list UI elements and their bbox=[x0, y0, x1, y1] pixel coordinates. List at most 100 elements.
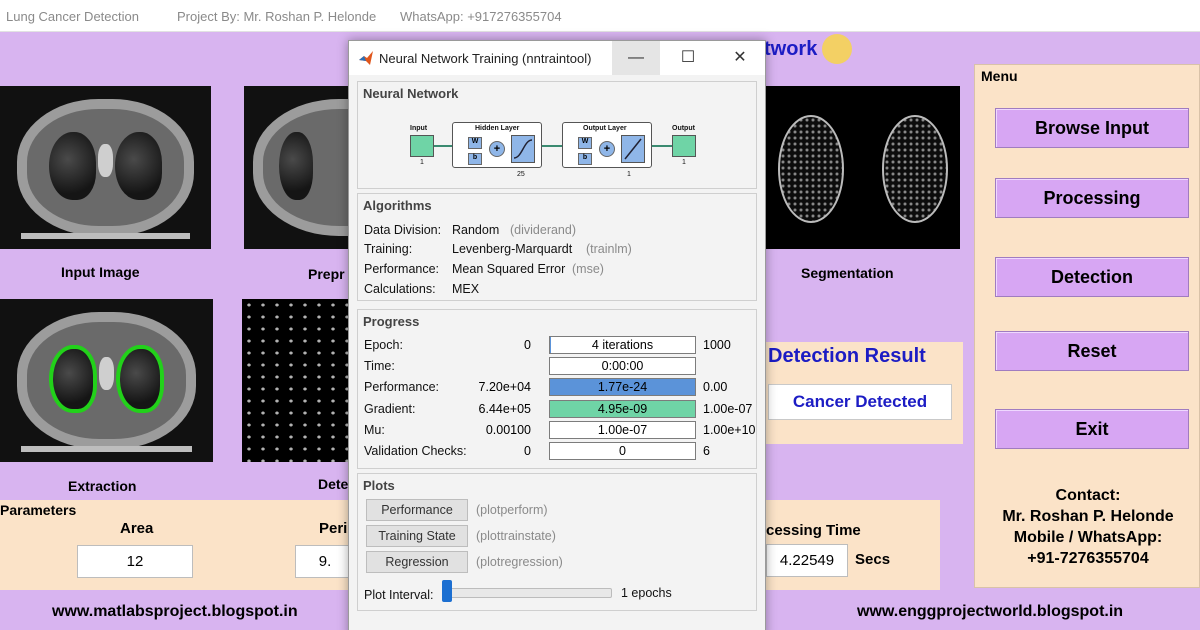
detection-image-panel bbox=[242, 299, 354, 462]
cursor-highlight bbox=[822, 34, 852, 64]
progress-end-value: 0.00 bbox=[703, 380, 728, 394]
browse-input-button[interactable]: Browse Input bbox=[995, 108, 1189, 148]
app-title: Lung Cancer Detection bbox=[6, 9, 139, 24]
progress-start-value: 7.20e+04 bbox=[478, 380, 531, 394]
progress-start-value: 0 bbox=[524, 444, 531, 458]
progress-current-value: 0 bbox=[619, 444, 626, 458]
progress-bar: 1.77e-24 bbox=[549, 378, 696, 396]
plots-section: Plots Performance (plotperform) Training… bbox=[357, 473, 757, 611]
output-node bbox=[672, 135, 696, 157]
progress-label: Epoch: bbox=[364, 338, 403, 352]
nntraintool-title: Neural Network Training (nntraintool) bbox=[379, 51, 592, 66]
reset-button[interactable]: Reset bbox=[995, 331, 1189, 371]
plot-interval-label: Plot Interval: bbox=[364, 588, 434, 602]
project-author: Project By: Mr. Roshan P. Helonde bbox=[177, 9, 377, 24]
progress-end-value: 6 bbox=[703, 444, 710, 458]
processing-time-value: 4.22549 bbox=[766, 544, 848, 577]
whatsapp-number: WhatsApp: +917276355704 bbox=[400, 9, 562, 24]
input-image-label: Input Image bbox=[61, 264, 140, 280]
input-node bbox=[410, 135, 434, 157]
output-layer-size: 1 bbox=[627, 171, 631, 178]
progress-bar: 4 iterations bbox=[549, 336, 696, 354]
output-layer-label: Output Layer bbox=[583, 125, 627, 132]
progress-current-value: 1.77e-24 bbox=[597, 380, 648, 394]
linear-curve bbox=[624, 138, 642, 160]
neural-network-section: Neural Network Input 1 Hidden Layer W b … bbox=[357, 81, 757, 189]
background-title-fragment: twork bbox=[764, 38, 818, 60]
algo-value: Mean Squared Error bbox=[452, 262, 566, 276]
menu-panel: Menu Browse Input Processing Detection R… bbox=[974, 64, 1200, 588]
detection-button[interactable]: Detection bbox=[995, 257, 1189, 297]
output-size: 1 bbox=[682, 159, 686, 166]
output-layer-box: Output Layer W b + bbox=[562, 122, 652, 168]
output-weight: W bbox=[578, 137, 592, 149]
progress-end-value: 1.00e-07 bbox=[703, 402, 753, 416]
algo-label: Performance: bbox=[364, 262, 440, 276]
processing-button[interactable]: Processing bbox=[995, 178, 1189, 218]
progress-label: Gradient: bbox=[364, 402, 416, 416]
detection-result-value: Cancer Detected bbox=[768, 384, 952, 420]
connector-1 bbox=[434, 145, 452, 147]
algo-fn: (mse) bbox=[572, 262, 604, 276]
output-label: Output bbox=[672, 125, 695, 132]
plot-interval-value: 1 epochs bbox=[621, 586, 672, 600]
preprocess-image-panel bbox=[244, 86, 354, 249]
plot-regression-button[interactable]: Regression bbox=[366, 551, 468, 573]
plot-regression-fn: (plotregression) bbox=[476, 555, 563, 569]
perimeter-label: Peri bbox=[319, 520, 348, 537]
matlab-logo-icon bbox=[359, 51, 373, 65]
area-value: 12 bbox=[77, 545, 193, 578]
progress-current-value: 1.00e-07 bbox=[597, 423, 648, 437]
sigmoid-curve bbox=[513, 139, 533, 159]
extraction-image-panel bbox=[0, 299, 213, 462]
exit-button[interactable]: Exit bbox=[995, 409, 1189, 449]
perimeter-value: 9. bbox=[295, 545, 355, 578]
plot-performance-button[interactable]: Performance bbox=[366, 499, 468, 521]
algo-label: Data Division: bbox=[364, 223, 442, 237]
parameters-title: Parameters bbox=[0, 502, 77, 518]
algorithms-title: Algorithms bbox=[363, 198, 432, 213]
algo-label: Training: bbox=[364, 242, 413, 256]
input-image-panel bbox=[0, 86, 211, 249]
progress-end-value: 1000 bbox=[703, 338, 731, 352]
connector-2 bbox=[542, 145, 562, 147]
progress-label: Validation Checks: bbox=[364, 444, 467, 458]
segmentation-image-panel bbox=[766, 86, 960, 249]
algo-value: Random bbox=[452, 223, 500, 237]
algorithms-section: Algorithms Data Division: Random (divide… bbox=[357, 193, 757, 301]
progress-bar-fill bbox=[550, 337, 551, 353]
plots-title: Plots bbox=[363, 478, 395, 493]
contact-heading: Contact: bbox=[1055, 487, 1121, 504]
close-icon[interactable]: ✕ bbox=[716, 41, 764, 75]
maximize-icon[interactable]: ☐ bbox=[664, 41, 712, 75]
progress-bar: 0:00:00 bbox=[549, 357, 696, 375]
contact-mobile-label: Mobile / WhatsApp: bbox=[1013, 529, 1163, 546]
nntraintool-title-bar[interactable]: Neural Network Training (nntraintool) — … bbox=[349, 41, 765, 75]
progress-bar: 4.95e-09 bbox=[549, 400, 696, 418]
input-size: 1 bbox=[420, 159, 424, 166]
progress-start-value: 0 bbox=[524, 338, 531, 352]
plot-interval-slider-thumb[interactable] bbox=[442, 580, 452, 602]
main-title-bar: Lung Cancer Detection Project By: Mr. Ro… bbox=[0, 0, 1200, 32]
contact-info: Contact: Mr. Roshan P. Helonde Mobile / … bbox=[975, 485, 1200, 569]
hidden-layer-box: Hidden Layer W b + bbox=[452, 122, 542, 168]
extraction-label: Extraction bbox=[68, 478, 137, 494]
plot-training-state-button[interactable]: Training State bbox=[366, 525, 468, 547]
output-sum-icon: + bbox=[599, 141, 615, 157]
detection-result-panel: Detection Result Cancer Detected bbox=[763, 342, 963, 444]
minimize-icon[interactable]: — bbox=[612, 41, 660, 75]
neural-network-title: Neural Network bbox=[363, 86, 459, 101]
contact-phone: +91-7276355704 bbox=[1027, 550, 1149, 567]
input-label: Input bbox=[410, 125, 428, 132]
contact-name: Mr. Roshan P. Helonde bbox=[1002, 508, 1174, 525]
progress-label: Performance: bbox=[364, 380, 440, 394]
hidden-sum-icon: + bbox=[489, 141, 505, 157]
plot-interval-slider[interactable] bbox=[444, 588, 612, 598]
output-transfer-icon bbox=[621, 135, 645, 163]
plot-performance-fn: (plotperform) bbox=[476, 503, 548, 517]
progress-bar: 0 bbox=[549, 442, 696, 460]
preprocess-label: Prepr bbox=[308, 266, 345, 282]
algo-label: Calculations: bbox=[364, 282, 436, 296]
hidden-weight: W bbox=[468, 137, 482, 149]
algo-fn: (dividerand) bbox=[510, 223, 577, 237]
